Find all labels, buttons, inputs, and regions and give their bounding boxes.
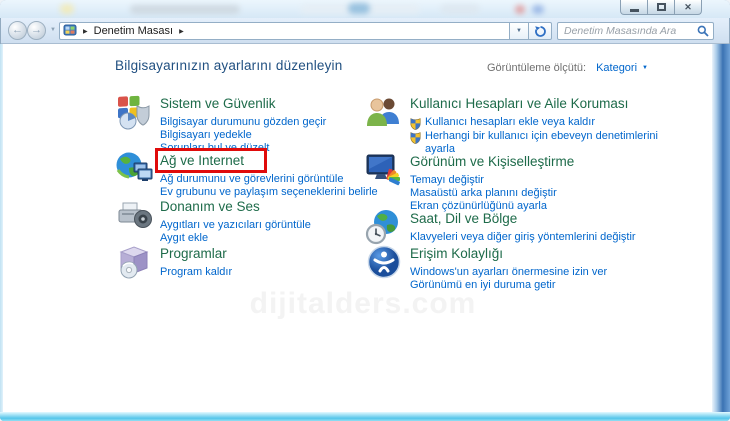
address-bar[interactable]: ▶ Denetim Masası ▶ <box>59 22 510 40</box>
view-by-dropdown[interactable]: Kategori ▼ <box>596 62 648 74</box>
blurred-desktop-artifact <box>515 5 525 14</box>
category-appearance: Görünüm ve Kişiselleştirme Temayı değişt… <box>365 151 686 213</box>
window-caption-buttons: ✕ <box>621 0 702 16</box>
window-border-bottom <box>0 412 730 421</box>
forward-arrow-icon: → <box>31 25 42 36</box>
window-border-right <box>712 44 730 412</box>
category-title-appearance[interactable]: Görünüm ve Kişiselleştirme <box>410 154 686 169</box>
minimize-icon <box>630 9 639 12</box>
user-accounts-icon[interactable] <box>365 93 403 131</box>
navigation-toolbar: ← → ▼ ▶ Denetim Masası ▶ ▼ <box>1 18 729 44</box>
link-add-remove-accounts[interactable]: Kullanıcı hesapları ekle veya kaldır <box>410 116 686 130</box>
blurred-desktop-artifact <box>348 3 370 14</box>
back-arrow-icon: ← <box>12 25 23 36</box>
view-by-label: Görüntüleme ölçütü: <box>487 62 586 74</box>
category-clock-language-region: Saat, Dil ve Bölge Klavyeleri veya diğer… <box>365 208 686 246</box>
category-title-ease-of-access[interactable]: Erişim Kolaylığı <box>410 246 686 261</box>
link-change-theme[interactable]: Temayı değiştir <box>410 174 686 187</box>
appearance-personalization-icon[interactable] <box>365 151 403 189</box>
hardware-sound-icon[interactable] <box>115 196 153 234</box>
link-optimize-visual-display[interactable]: Görünümü en iyi duruma getir <box>410 279 686 292</box>
link-change-desktop-background[interactable]: Masaüstü arka planını değiştir <box>410 187 686 200</box>
breadcrumb-arrow-icon[interactable]: ▶ <box>173 28 190 35</box>
minimize-button[interactable] <box>620 0 648 15</box>
search-box <box>557 22 714 40</box>
blurred-desktop-artifact <box>440 4 480 14</box>
blurred-desktop-artifact <box>532 5 544 14</box>
maximize-icon <box>657 3 666 11</box>
breadcrumb-control-panel[interactable]: Denetim Masası <box>94 25 173 37</box>
link-let-windows-suggest[interactable]: Windows'un ayarları önermesine izin ver <box>410 266 686 279</box>
refresh-icon <box>534 25 547 38</box>
clock-language-region-icon[interactable] <box>365 208 403 246</box>
category-title-user-accounts[interactable]: Kullanıcı Hesapları ve Aile Koruması <box>410 96 686 111</box>
recent-pages-chevron-icon[interactable]: ▼ <box>50 27 56 33</box>
programs-icon[interactable] <box>115 243 153 281</box>
view-by-control: Görüntüleme ölçütü: Kategori ▼ <box>487 62 648 74</box>
ease-of-access-icon[interactable] <box>365 243 403 281</box>
close-button[interactable]: ✕ <box>674 0 702 15</box>
uac-shield-icon <box>410 131 422 144</box>
uac-shield-icon <box>410 117 422 130</box>
page-title: Bilgisayarınızın ayarlarını düzenleyin <box>115 58 342 73</box>
maximize-button[interactable] <box>647 0 675 15</box>
forward-button[interactable]: → <box>27 21 46 40</box>
control-panel-window: ✕ ← → ▼ ▶ Denetim Masası ▶ ▼ <box>0 0 730 421</box>
refresh-button[interactable] <box>529 22 552 40</box>
control-panel-icon <box>63 24 77 38</box>
category-user-accounts: Kullanıcı Hesapları ve Aile Koruması Kul… <box>365 93 686 156</box>
system-security-icon[interactable] <box>115 93 153 131</box>
blurred-desktop-artifact <box>60 4 74 14</box>
back-button[interactable]: ← <box>8 21 27 40</box>
blurred-desktop-artifact <box>130 5 240 14</box>
category-title-clock-language-region[interactable]: Saat, Dil ve Bölge <box>410 211 686 226</box>
dropdown-arrow-icon: ▼ <box>642 65 648 71</box>
address-dropdown-button[interactable]: ▼ <box>510 22 529 40</box>
dropdown-arrow-icon: ▼ <box>516 28 522 34</box>
close-icon: ✕ <box>684 3 692 12</box>
search-input[interactable] <box>562 24 697 38</box>
search-icon[interactable] <box>697 25 709 37</box>
control-panel-home: dijitalders.com Bilgisayarınızın ayarlar… <box>3 44 712 412</box>
watermark: dijitalders.com <box>163 287 563 321</box>
network-internet-icon[interactable] <box>115 150 153 188</box>
breadcrumb-arrow-icon[interactable]: ▶ <box>77 28 94 35</box>
category-ease-of-access: Erişim Kolaylığı Windows'un ayarları öne… <box>365 243 686 292</box>
